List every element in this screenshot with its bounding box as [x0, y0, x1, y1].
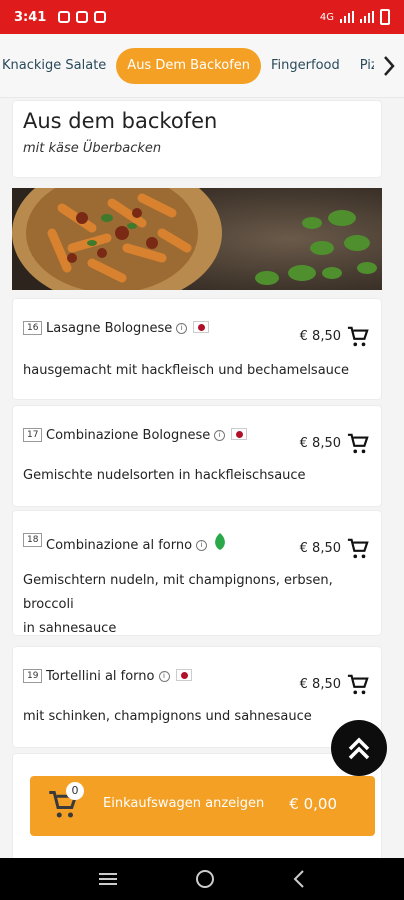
notification-icon: [58, 11, 71, 23]
category-subtitle: mit käse Überbacken: [23, 141, 162, 156]
tab-fingerfood[interactable]: Fingerfood: [261, 58, 350, 73]
category-banner-image: [12, 188, 382, 290]
chevron-right-icon: [384, 56, 395, 76]
item-price: € 8,50: [299, 541, 341, 556]
add-to-cart-icon[interactable]: [347, 674, 369, 696]
mail-icon: [76, 11, 89, 23]
battery-icon: [380, 9, 390, 25]
add-to-cart-icon[interactable]: [347, 538, 369, 560]
item-number: 19: [23, 669, 43, 683]
info-icon[interactable]: i: [196, 540, 208, 551]
flag-icon: [175, 669, 192, 681]
item-name: Combinazione al forno i: [46, 533, 227, 553]
item-description: Gemischtern nudeln, mit champignons, erb…: [23, 573, 333, 636]
info-icon[interactable]: i: [158, 671, 170, 682]
system-navigation-bar: [0, 858, 404, 900]
item-price: € 8,50: [299, 677, 341, 692]
item-name: Tortellini al forno i: [46, 669, 192, 684]
category-title: Aus dem backofen: [23, 109, 218, 133]
notification-icon: [94, 11, 107, 23]
item-price: € 8,50: [299, 436, 341, 451]
scroll-to-top-button[interactable]: [331, 720, 387, 776]
item-name: Combinazione Bolognese i: [46, 428, 248, 443]
cart-count-badge: 0: [66, 782, 84, 800]
notification-icons: [58, 11, 107, 23]
item-description: mit schinken, champignons und sahnesauce: [23, 709, 312, 724]
item-description: hausgemacht mit hackfleisch und bechamel…: [23, 363, 350, 378]
item-number: 18: [23, 533, 43, 547]
item-price: € 8,50: [299, 329, 341, 344]
signal-icon: [340, 11, 354, 23]
menu-item-18[interactable]: 18 Combinazione al forno i € 8,50 Gemisch…: [12, 510, 382, 636]
item-description: Gemischte nudelsorten in hackfleischsauc…: [23, 468, 306, 483]
leaf-icon: [215, 533, 225, 550]
tab-aus-dem-backofen[interactable]: Aus Dem Backofen: [116, 47, 262, 84]
flag-icon: [231, 428, 248, 440]
back-icon[interactable]: [292, 869, 306, 889]
category-header: Aus dem backofen mit käse Überbacken: [12, 100, 382, 178]
item-number: 16: [23, 321, 43, 335]
home-icon[interactable]: [195, 869, 215, 889]
signal-icon: [360, 11, 374, 23]
status-time: 3:41: [14, 9, 47, 25]
status-bar: 3:41 4G: [0, 0, 404, 34]
recent-apps-icon[interactable]: [98, 871, 118, 887]
network-label: 4G: [319, 11, 334, 23]
info-icon[interactable]: i: [214, 430, 226, 441]
view-cart-button[interactable]: 0 Einkaufswagen anzeigen € 0,00: [30, 776, 375, 836]
item-number: 17: [23, 428, 43, 442]
info-icon[interactable]: i: [176, 323, 188, 334]
item-name: Lasagne Bolognese i: [46, 321, 210, 336]
category-tabs: Knackige Salate Aus Dem Backofen Fingerf…: [0, 34, 404, 98]
double-chevron-up-icon: [348, 737, 370, 760]
view-cart-label: Einkaufswagen anzeigen: [103, 796, 265, 811]
menu-item-17[interactable]: 17 Combinazione Bolognese i € 8,50 Gemisc…: [12, 405, 382, 507]
cart-total: € 0,00: [289, 795, 337, 813]
tab-knackige-salate[interactable]: Knackige Salate: [0, 58, 116, 73]
system-icons: 4G: [320, 9, 390, 25]
menu-item-16[interactable]: 16 Lasagne Bolognese i € 8,50 hausgemacht…: [12, 298, 382, 400]
add-to-cart-icon[interactable]: [347, 326, 369, 348]
menu-item-19[interactable]: 19 Tortellini al forno i € 8,50 mit schin…: [12, 646, 382, 748]
flag-icon: [193, 321, 210, 333]
tabs-scroll-right-button[interactable]: [374, 34, 404, 97]
add-to-cart-icon[interactable]: [347, 433, 369, 455]
